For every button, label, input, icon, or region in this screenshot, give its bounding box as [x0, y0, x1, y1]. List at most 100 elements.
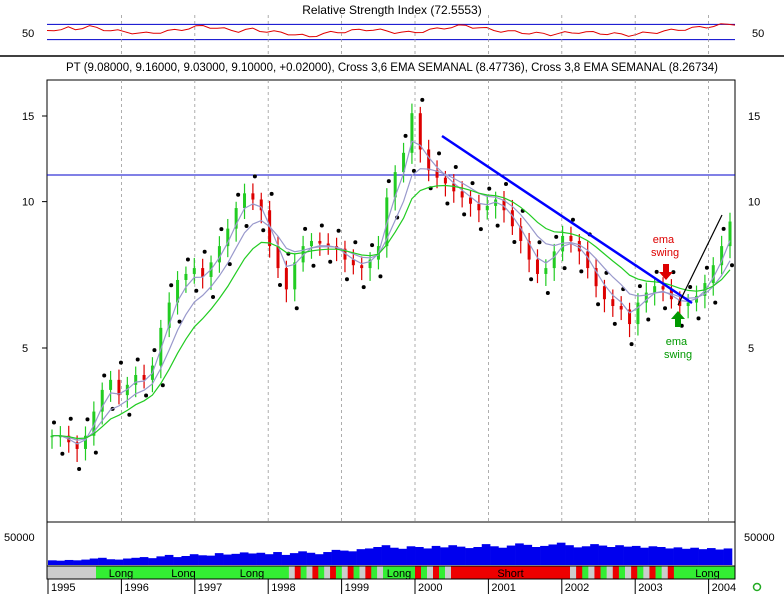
price-grid [121, 15, 709, 522]
volume-bar [198, 555, 207, 565]
volume-bar [531, 547, 541, 565]
swing-dot [118, 360, 123, 365]
swing-dot [361, 285, 366, 290]
signal-segment-mixed [649, 566, 656, 579]
price-candle-body [535, 259, 539, 274]
volume-bar [440, 547, 449, 565]
price-panel: PT (9.08000, 9.16000, 9.03000, 9.10000, … [22, 15, 760, 523]
year-label: 1998 [271, 582, 295, 594]
signal-segment [47, 566, 96, 579]
volume-bar [273, 552, 282, 565]
volume-bar [98, 557, 107, 565]
swing-dot [495, 223, 500, 228]
price-candle-body [293, 262, 297, 290]
signal-segment-mixed [330, 566, 337, 579]
signal-label: Long [240, 568, 264, 580]
signal-segment-mixed [283, 566, 290, 579]
volume-bar [706, 548, 716, 565]
swing-dot [453, 165, 458, 170]
volume-bars [48, 542, 733, 565]
swing-dot [378, 274, 383, 279]
swing-dot [311, 263, 316, 268]
swing-dot [303, 226, 308, 231]
volume-bar [156, 556, 166, 565]
swing-dot [85, 417, 90, 422]
volume-bar [698, 549, 708, 565]
volume-bar [665, 548, 674, 565]
swing-dot [554, 234, 559, 239]
volume-bar [481, 544, 491, 565]
rsi-ytick-right: 50 [752, 28, 764, 40]
volume-ytick-left: 50000 [4, 532, 35, 544]
volume-bar [581, 546, 591, 565]
volume-bar [631, 545, 641, 565]
volume-bar [189, 554, 199, 565]
swing-dot [152, 348, 157, 353]
swing-dot [696, 316, 701, 321]
signal-segment-mixed [306, 566, 313, 579]
price-ytick-right: 5 [748, 343, 754, 355]
volume-bar [64, 559, 74, 565]
swing-dot [646, 317, 651, 322]
volume-bar [648, 546, 658, 565]
year-label: 1995 [51, 582, 75, 594]
swing-dot [52, 420, 56, 425]
annotation-sell-line1: ema [653, 234, 675, 246]
signal-segment-mixed [288, 566, 296, 579]
swing-dot [386, 179, 391, 184]
price-ytick-right: 10 [748, 197, 760, 209]
volume-bar [364, 548, 374, 565]
swing-dot [93, 450, 98, 455]
volume-bar [164, 554, 174, 565]
signal-label: Long [387, 568, 411, 580]
status-icon [752, 582, 762, 592]
year-label: 1997 [198, 582, 222, 594]
volume-bar [298, 551, 307, 565]
volume-bar [615, 545, 624, 565]
swing-dot [370, 243, 375, 248]
volume-bar [498, 547, 508, 565]
volume-bar [148, 558, 157, 565]
price-candle-body [284, 268, 288, 290]
swing-dot [236, 192, 241, 197]
swing-dot [336, 228, 341, 233]
swing-dot [60, 451, 65, 456]
rsi-title: Relative Strength Index (72.5553) [302, 3, 481, 17]
volume-bar [248, 553, 257, 565]
swing-dot [269, 191, 274, 196]
swing-dot [537, 240, 542, 245]
year-label: 1996 [124, 582, 148, 594]
signal-segment-mixed [341, 566, 349, 579]
swing-dot [102, 373, 107, 378]
volume-bar [106, 559, 116, 565]
signal-segment-mixed [294, 566, 301, 579]
swing-dot [144, 393, 149, 398]
swing-dot [185, 257, 190, 262]
swing-dot [202, 249, 207, 254]
price-candle-body [360, 265, 364, 269]
price-candle-body [427, 149, 431, 171]
swing-dot [319, 223, 324, 228]
volume-bar [356, 549, 366, 565]
volume-bar [598, 545, 608, 565]
signal-segment-mixed [439, 566, 446, 579]
volume-bar [281, 554, 291, 565]
volume-bar [606, 547, 616, 565]
swing-dot [688, 285, 693, 290]
volume-bar [323, 552, 332, 565]
price-ytick-left: 15 [22, 111, 34, 123]
volume-panel: 50000 50000 [4, 521, 775, 567]
volume-bar [181, 556, 191, 565]
year-label: 2000 [418, 582, 442, 594]
price-candle-body [309, 240, 313, 247]
swing-dot [470, 181, 475, 186]
signal-segment-mixed [637, 566, 644, 579]
annotation-sell-line2: swing [651, 247, 679, 259]
price-candle-body [611, 299, 615, 307]
price-candle-body [619, 306, 623, 310]
swing-dot [252, 174, 257, 179]
signal-segment-mixed [576, 566, 583, 579]
volume-bar [573, 547, 583, 565]
volume-bar [123, 558, 132, 565]
swing-dot [77, 466, 82, 471]
